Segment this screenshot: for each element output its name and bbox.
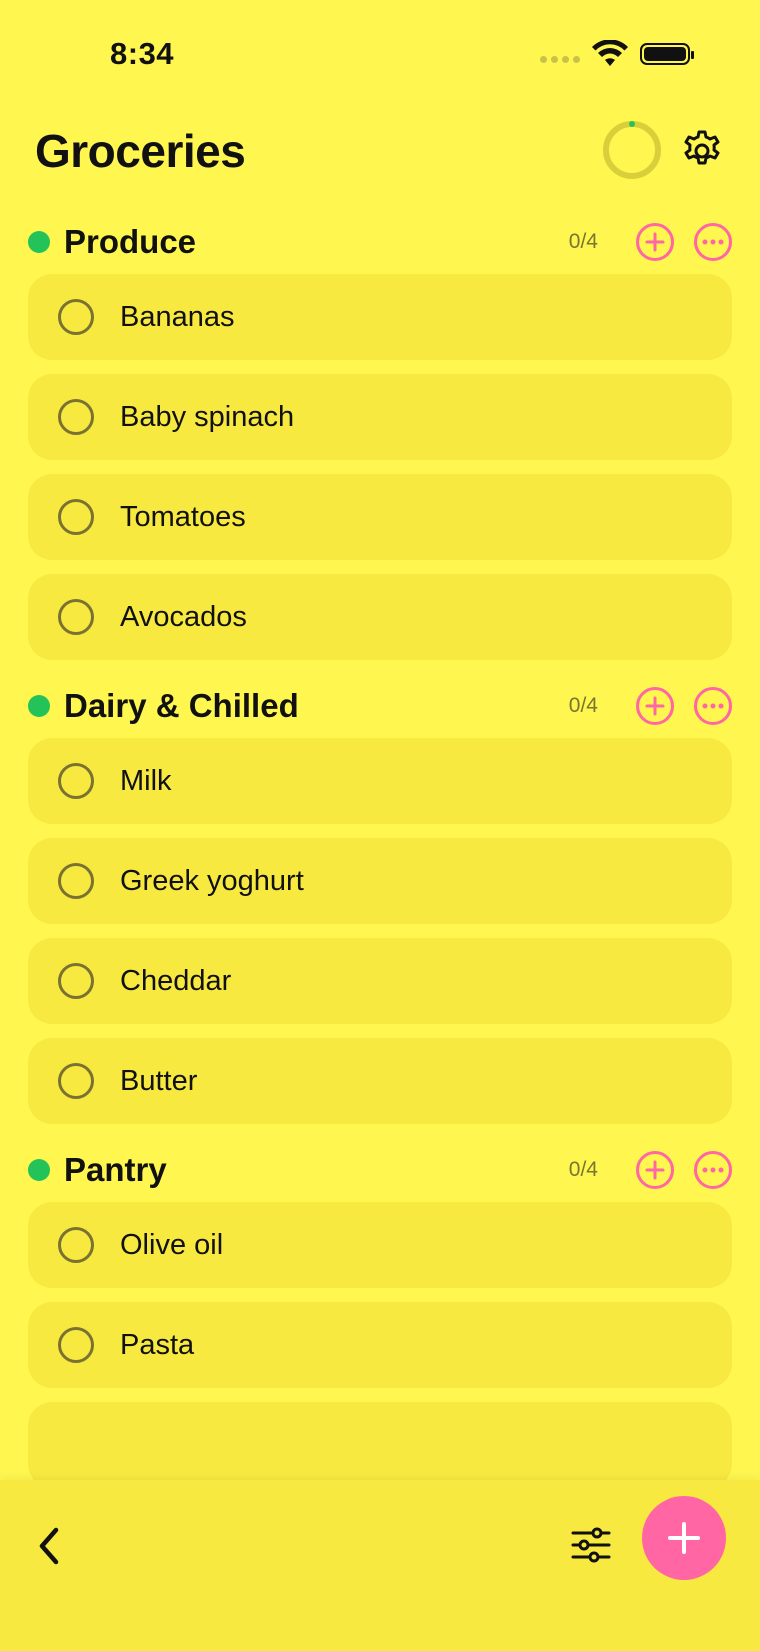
add-item-button[interactable]	[636, 1151, 674, 1189]
plus-icon	[645, 696, 665, 716]
item-checkbox[interactable]	[58, 499, 94, 535]
item-label: Greek yoghurt	[120, 864, 304, 897]
item-checkbox[interactable]	[58, 1327, 94, 1363]
list-item[interactable]: Baby spinach	[28, 374, 732, 460]
cellular-signal-icon	[540, 55, 580, 63]
section-count: 0/4	[568, 230, 598, 253]
chevron-left-icon[interactable]	[30, 1518, 70, 1574]
ellipsis-icon	[702, 239, 724, 245]
item-label: Avocados	[120, 600, 247, 633]
section-header: Pantry 0/4	[0, 1138, 760, 1202]
list-item[interactable]: Greek yoghurt	[28, 838, 732, 924]
status-time: 8:34	[110, 36, 175, 71]
bottom-toolbar	[0, 1480, 760, 1651]
item-label: Baby spinach	[120, 400, 295, 433]
add-item-button[interactable]	[636, 687, 674, 725]
ellipsis-icon	[702, 1167, 724, 1173]
add-item-button[interactable]	[636, 223, 674, 261]
section-header: Produce 0/4	[0, 210, 760, 274]
section-count: 0/4	[568, 694, 598, 717]
list-item[interactable]: Cheddar	[28, 938, 732, 1024]
status-icons	[540, 40, 694, 68]
list-item[interactable]: Tomatoes	[28, 474, 732, 560]
more-options-button[interactable]	[694, 687, 732, 725]
item-checkbox[interactable]	[58, 863, 94, 899]
battery-icon	[640, 43, 694, 65]
list-item[interactable]: Milk	[28, 738, 732, 824]
sliders-icon[interactable]	[570, 1524, 612, 1566]
list-item[interactable]: Pasta	[28, 1302, 732, 1388]
section-title: Pantry	[64, 1151, 167, 1188]
section-dairy-chilled: Dairy & Chilled 0/4 Milk Greek yoghurt C…	[0, 674, 760, 1124]
page-title: Groceries	[35, 125, 246, 177]
item-checkbox[interactable]	[58, 963, 94, 999]
section-header: Dairy & Chilled 0/4	[0, 674, 760, 738]
list-item[interactable]: Olive oil	[28, 1202, 732, 1288]
item-label: Bananas	[120, 300, 235, 333]
item-checkbox[interactable]	[58, 1063, 94, 1099]
grocery-list[interactable]: Produce 0/4 Bananas Baby spinach Tomatoe…	[0, 210, 760, 1480]
section-pantry: Pantry 0/4 Olive oil Pasta	[0, 1138, 760, 1480]
item-label: Milk	[120, 764, 172, 797]
section-title: Produce	[64, 223, 197, 260]
add-item-fab[interactable]	[642, 1496, 726, 1580]
item-checkbox[interactable]	[58, 599, 94, 635]
item-label: Olive oil	[120, 1228, 224, 1261]
plus-icon	[668, 1522, 700, 1554]
section-color-dot	[28, 695, 50, 717]
item-label: Cheddar	[120, 964, 232, 997]
section-count: 0/4	[568, 1158, 598, 1181]
list-item-partial[interactable]	[28, 1402, 732, 1480]
section-produce: Produce 0/4 Bananas Baby spinach Tomatoe…	[0, 210, 760, 660]
item-checkbox[interactable]	[58, 399, 94, 435]
ellipsis-icon	[702, 703, 724, 709]
header: Groceries	[0, 110, 760, 190]
item-label: Tomatoes	[120, 500, 246, 533]
list-item[interactable]: Bananas	[28, 274, 732, 360]
list-item[interactable]: Avocados	[28, 574, 732, 660]
more-options-button[interactable]	[694, 223, 732, 261]
progress-ring	[603, 121, 661, 179]
plus-icon	[645, 1160, 665, 1180]
list-item[interactable]: Butter	[28, 1038, 732, 1124]
item-checkbox[interactable]	[58, 1227, 94, 1263]
section-color-dot	[28, 231, 50, 253]
status-bar: 8:34	[0, 0, 760, 110]
wifi-icon	[592, 40, 628, 66]
item-label: Pasta	[120, 1328, 195, 1361]
section-title: Dairy & Chilled	[64, 687, 299, 724]
item-checkbox[interactable]	[58, 299, 94, 335]
plus-icon	[645, 232, 665, 252]
section-color-dot	[28, 1159, 50, 1181]
item-label: Butter	[120, 1064, 198, 1097]
item-checkbox[interactable]	[58, 763, 94, 799]
more-options-button[interactable]	[694, 1151, 732, 1189]
gear-icon[interactable]	[680, 128, 724, 172]
